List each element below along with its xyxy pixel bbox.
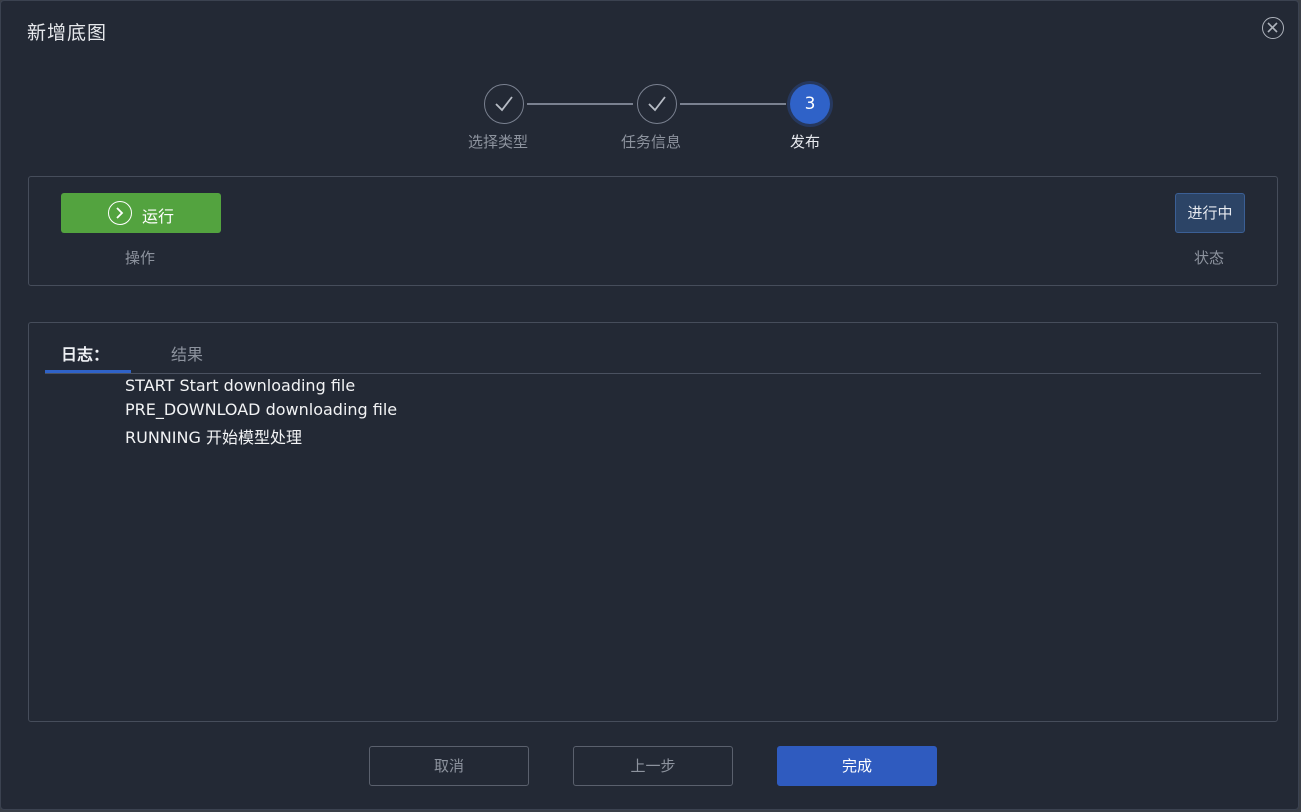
finish-button[interactable]: 完成 bbox=[777, 746, 937, 786]
add-basemap-dialog: 新增底图 3 选择类型 任务信息 发布 运行 操作 进行中 状态 日志： 结果 … bbox=[0, 0, 1299, 810]
tab-result[interactable]: 结果 bbox=[171, 341, 203, 365]
step-connector bbox=[527, 103, 633, 105]
step-1-label: 选择类型 bbox=[468, 133, 529, 151]
log-line: PRE_DOWNLOAD downloading file bbox=[125, 400, 398, 419]
close-icon[interactable] bbox=[1262, 17, 1284, 39]
operation-caption: 操作 bbox=[125, 249, 156, 267]
play-circle-icon bbox=[108, 201, 132, 225]
previous-step-button[interactable]: 上一步 bbox=[573, 746, 733, 786]
log-line: START Start downloading file bbox=[125, 376, 356, 395]
run-button[interactable]: 运行 bbox=[61, 193, 221, 233]
run-button-label: 运行 bbox=[142, 207, 175, 226]
dialog-title: 新增底图 bbox=[27, 22, 108, 44]
tab-log[interactable]: 日志： bbox=[61, 341, 109, 365]
step-2-label: 任务信息 bbox=[621, 133, 682, 151]
log-line: RUNNING 开始模型处理 bbox=[125, 428, 302, 447]
step-3-number: 3 bbox=[790, 84, 830, 124]
step-connector bbox=[680, 103, 786, 105]
cancel-button[interactable]: 取消 bbox=[369, 746, 529, 786]
step-1-check-icon bbox=[484, 84, 524, 124]
step-3-label: 发布 bbox=[790, 133, 821, 151]
status-caption: 状态 bbox=[1194, 249, 1225, 267]
step-2-check-icon bbox=[637, 84, 677, 124]
tab-divider bbox=[45, 373, 1261, 374]
status-badge: 进行中 bbox=[1175, 193, 1245, 233]
